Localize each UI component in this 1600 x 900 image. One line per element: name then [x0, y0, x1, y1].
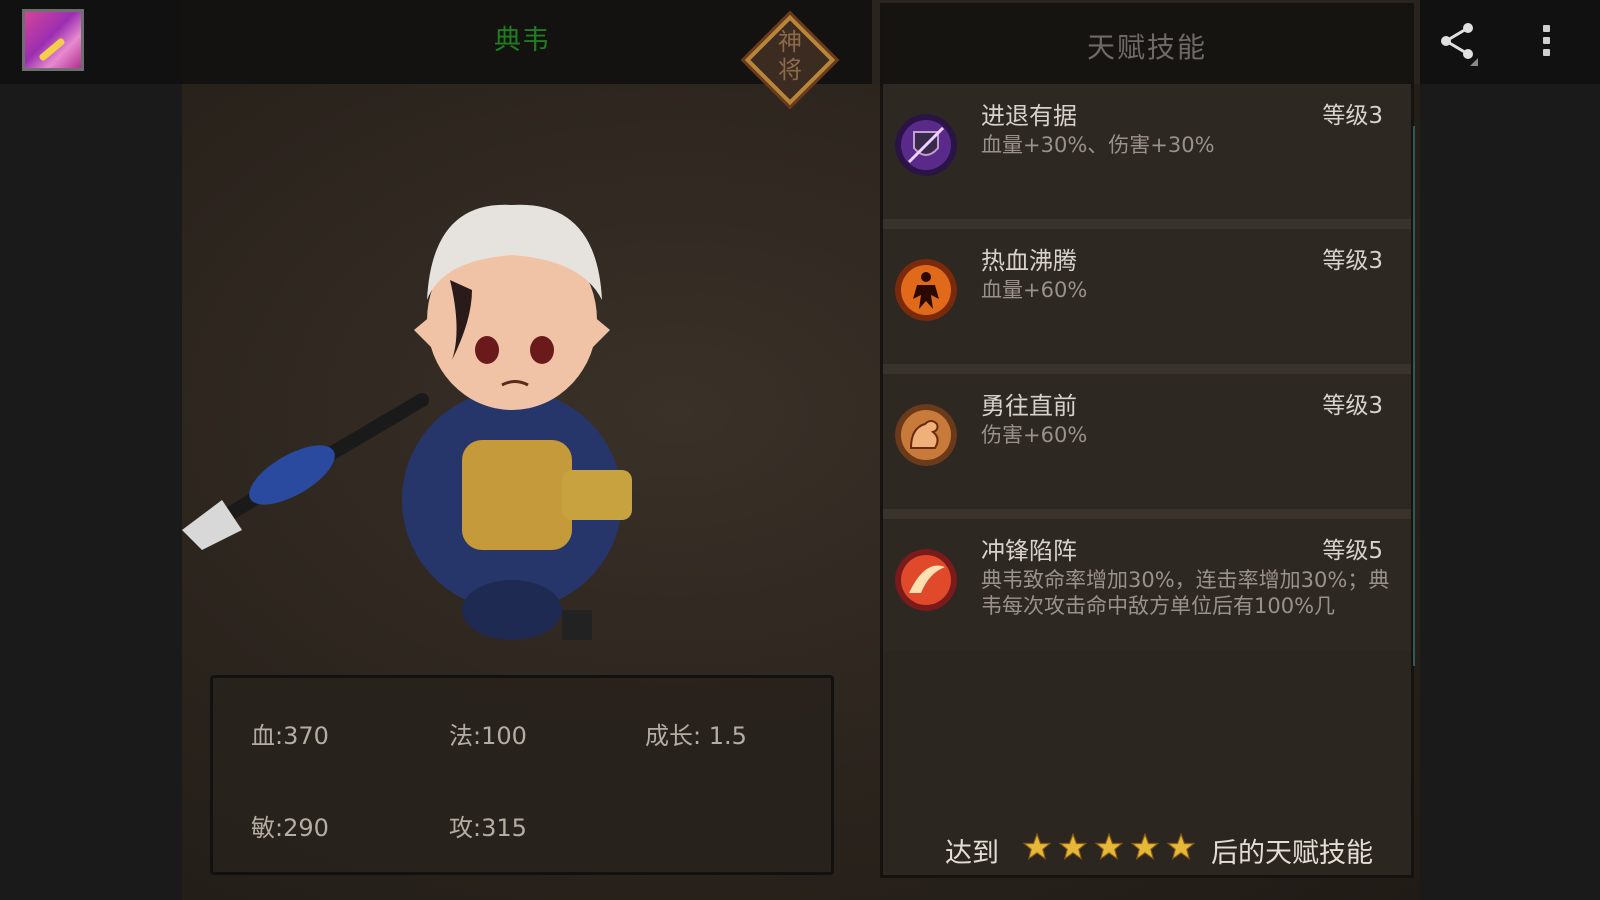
left-letterbox	[0, 84, 182, 900]
footer-suffix: 后的天赋技能	[1211, 838, 1373, 869]
skill-name: 冲锋陷阵	[981, 537, 1077, 565]
skill-level: 等级5	[1322, 538, 1383, 564]
star-icon	[1131, 833, 1159, 861]
hero-name: 典韦	[494, 25, 550, 56]
fire-slash-icon	[895, 549, 957, 611]
talent-panel-header: 天赋技能	[883, 6, 1411, 84]
stat-growth: 成长: 1.5	[645, 722, 747, 750]
rank-badge-label: 神将	[778, 28, 802, 84]
scrollbar[interactable]	[1413, 126, 1415, 666]
stat-agi: 敏:290	[251, 814, 329, 842]
shield-slash-icon	[895, 114, 957, 176]
skill-row[interactable]: 冲锋陷阵 等级5 典韦致命率增加30%，连击率增加30%；典韦每次攻击命中敌方单…	[883, 519, 1411, 651]
skill-level: 等级3	[1322, 393, 1383, 419]
flexed-arm-icon	[895, 404, 957, 466]
talent-panel: 天赋技能 进退有据 等级3 血量+30%、伤害+30% 热血沸腾 等级3 血量+…	[880, 3, 1415, 878]
talent-footer: 达到 后的天赋技能	[883, 831, 1411, 871]
skill-level: 等级3	[1322, 103, 1383, 129]
right-letterbox	[1420, 84, 1600, 900]
skill-name: 勇往直前	[981, 392, 1077, 420]
star-icon	[1059, 833, 1087, 861]
skill-desc: 典韦致命率增加30%，连击率增加30%；典韦每次攻击命中敌方单位后有100%几	[981, 568, 1390, 618]
star-icon	[1167, 833, 1195, 861]
talent-panel-title: 天赋技能	[1086, 31, 1207, 64]
gallery-app-icon[interactable]	[22, 9, 84, 71]
skill-desc: 血量+30%、伤害+30%	[981, 133, 1215, 157]
share-icon[interactable]	[1438, 22, 1478, 66]
warrior-flame-icon	[895, 259, 957, 321]
star-icon	[1095, 833, 1123, 861]
hero-character-model[interactable]	[182, 200, 702, 660]
skill-row[interactable]: 热血沸腾 等级3 血量+60%	[883, 229, 1411, 374]
skill-name: 进退有据	[981, 102, 1077, 130]
stat-mp: 法:100	[449, 722, 527, 750]
skill-desc: 血量+60%	[981, 278, 1088, 302]
skill-desc: 伤害+60%	[981, 423, 1088, 447]
skill-row[interactable]: 进退有据 等级3 血量+30%、伤害+30%	[883, 84, 1411, 229]
skill-name: 热血沸腾	[981, 247, 1077, 275]
game-screen: 典韦 神将 血:370 法:100 成长: 1.5 敏:290 攻:315 天赋…	[182, 0, 1420, 900]
stat-atk: 攻:315	[449, 814, 527, 842]
skill-row[interactable]: 勇往直前 等级3 伤害+60%	[883, 374, 1411, 519]
skill-level: 等级3	[1322, 248, 1383, 274]
star-icon	[1023, 833, 1051, 861]
stat-hp: 血:370	[251, 722, 329, 750]
more-vert-icon[interactable]	[1540, 25, 1552, 59]
footer-prefix: 达到	[945, 838, 999, 869]
stats-panel: 血:370 法:100 成长: 1.5 敏:290 攻:315	[210, 675, 834, 875]
